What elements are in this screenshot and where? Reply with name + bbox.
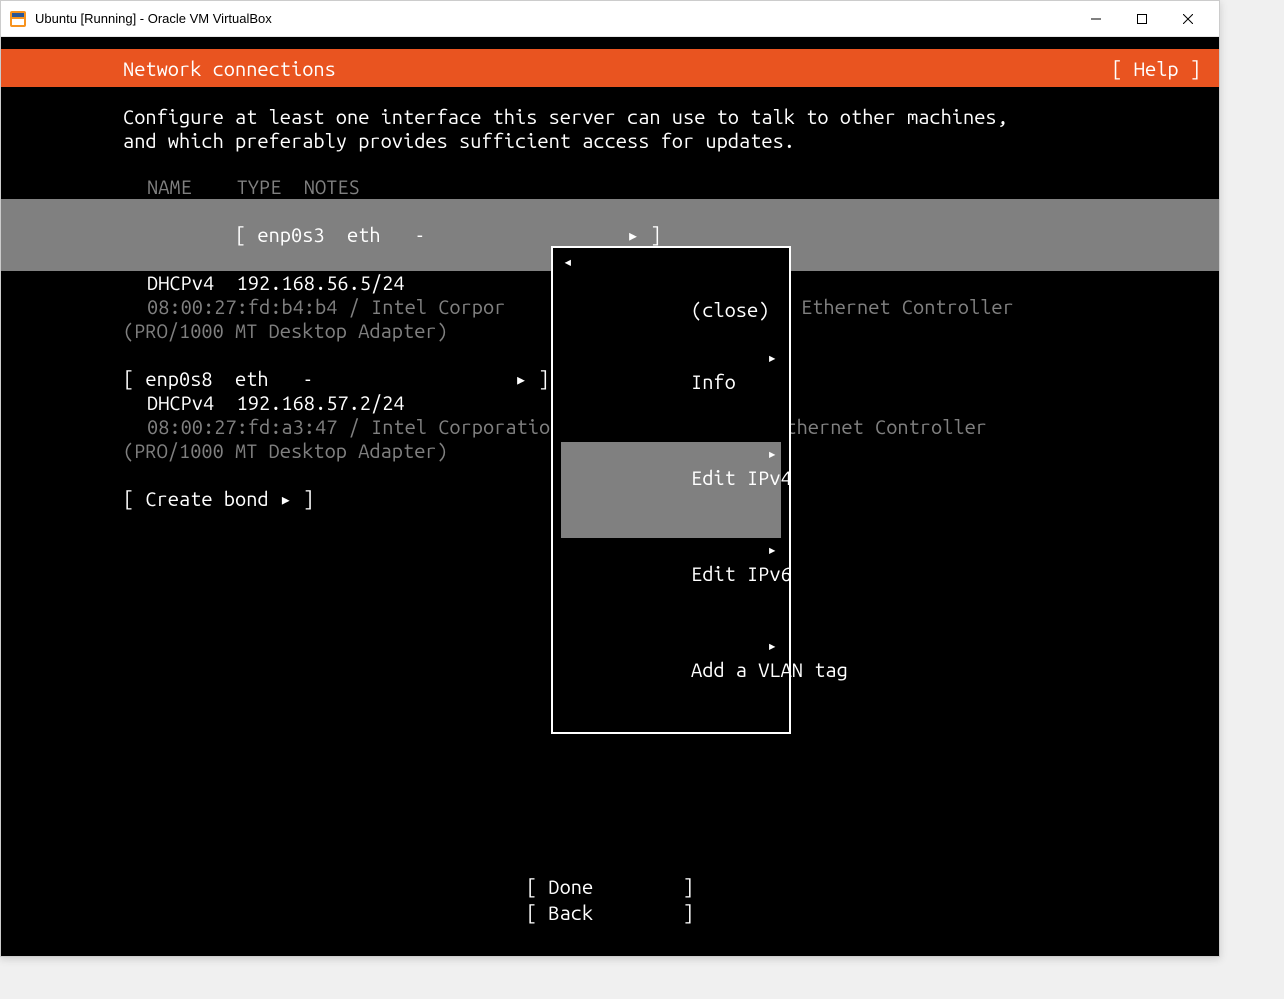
chevron-right-icon: ▸ xyxy=(767,442,777,466)
column-headers: NAME TYPE NOTES xyxy=(1,175,1219,199)
chevron-right-icon: ▸ xyxy=(767,538,777,562)
minimize-button[interactable] xyxy=(1073,3,1119,35)
maximize-button[interactable] xyxy=(1119,3,1165,35)
vm-display: Network connections [ Help ] Configure a… xyxy=(1,37,1219,956)
menu-add-vlan[interactable]: Add a VLAN tag ▸ xyxy=(561,634,781,730)
virtualbox-icon xyxy=(9,10,27,28)
instruction-text: Configure at least one interface this se… xyxy=(1,105,1219,153)
footer-buttons: [ Done ] [ Back ] xyxy=(1,874,1219,926)
back-button[interactable]: [ Back ] xyxy=(1,900,1219,926)
page-title: Network connections xyxy=(123,57,336,80)
done-button[interactable]: [ Done ] xyxy=(1,874,1219,900)
chevron-right-icon: ▸ xyxy=(767,634,777,658)
window-title: Ubuntu [Running] - Oracle VM VirtualBox xyxy=(35,11,1073,26)
chevron-right-icon: ▸ xyxy=(767,346,777,370)
installer-header: Network connections [ Help ] xyxy=(1,49,1219,87)
titlebar[interactable]: Ubuntu [Running] - Oracle VM VirtualBox xyxy=(1,1,1219,37)
menu-edit-ipv6[interactable]: Edit IPv6 ▸ xyxy=(561,538,781,634)
menu-edit-ipv4[interactable]: Edit IPv4 ▸ xyxy=(561,442,781,538)
terminal-area: Configure at least one interface this se… xyxy=(1,87,1219,956)
interface-action-menu: ◂ (close) Info ▸ Edit IPv4 ▸ Edit IPv6 ▸… xyxy=(551,246,791,734)
chevron-left-icon: ◂ xyxy=(563,250,573,274)
menu-info[interactable]: Info ▸ xyxy=(561,346,781,442)
menu-close[interactable]: ◂ (close) xyxy=(561,250,781,346)
close-button[interactable] xyxy=(1165,3,1211,35)
virtualbox-window: Ubuntu [Running] - Oracle VM VirtualBox … xyxy=(0,0,1220,957)
help-button[interactable]: [ Help ] xyxy=(1111,57,1201,80)
